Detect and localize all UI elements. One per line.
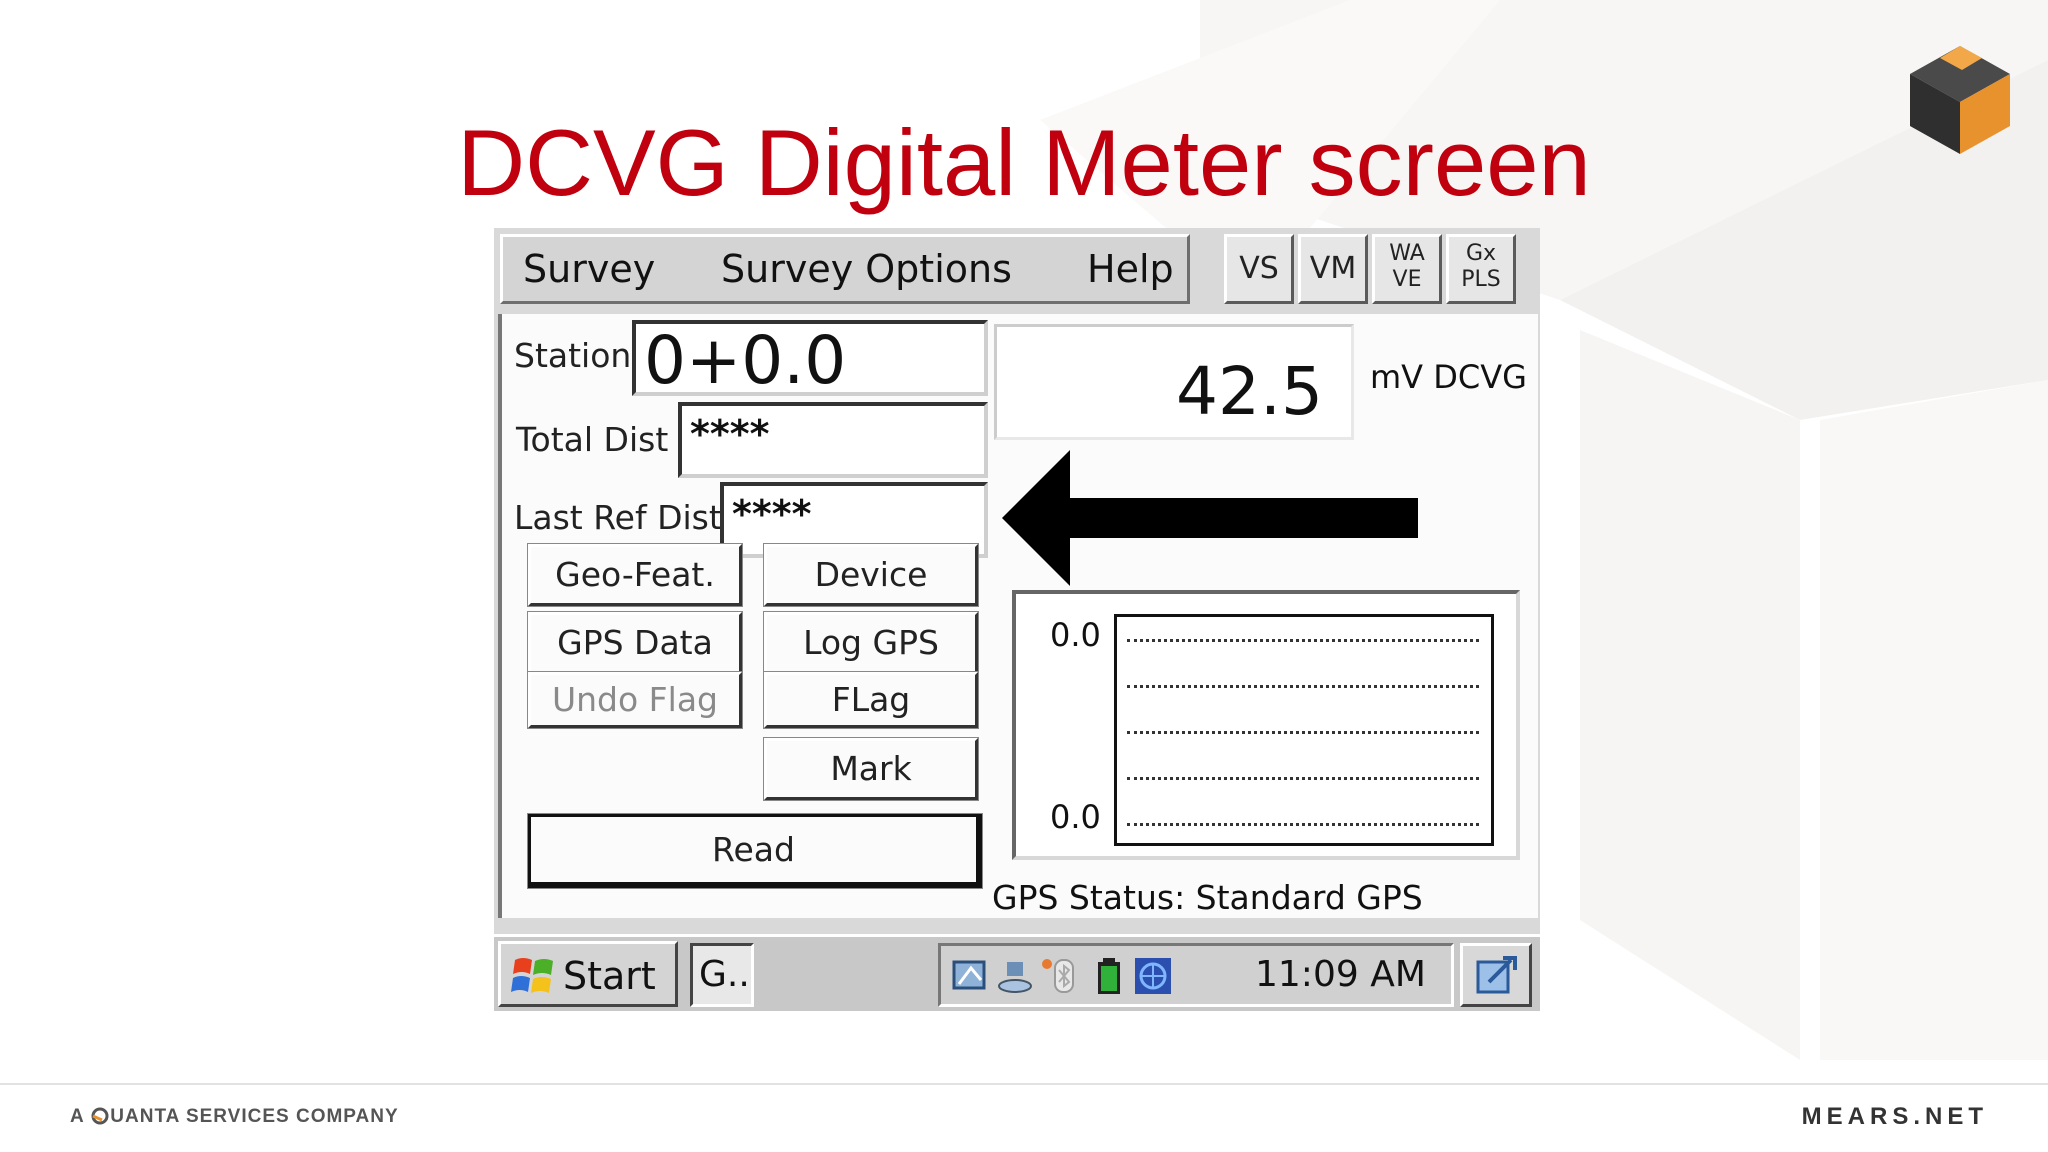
mode-vs-button[interactable]: VS xyxy=(1224,234,1294,304)
graph-gridline xyxy=(1127,823,1479,826)
gps-status: GPS Status: Standard GPS xyxy=(992,878,1423,917)
graph-bottom-value: 0.0 xyxy=(1050,798,1101,836)
graph-gridline xyxy=(1127,731,1479,734)
flag-button[interactable]: FLag xyxy=(763,671,979,729)
mode-wave-bottom: VE xyxy=(1392,267,1422,292)
station-label: Station xyxy=(514,336,632,375)
connection-icon[interactable] xyxy=(995,956,1035,996)
system-tray: 11:09 AM xyxy=(938,943,1454,1007)
desktop-button[interactable] xyxy=(1460,943,1532,1007)
station-field: 0+0.0 xyxy=(632,320,988,396)
network-icon[interactable] xyxy=(951,956,991,996)
menu-help[interactable]: Help xyxy=(1087,247,1174,291)
reading-value: 42.5 xyxy=(1176,353,1323,430)
mark-button[interactable]: Mark xyxy=(763,737,979,801)
total-dist-field: **** xyxy=(678,402,988,478)
menu-survey-options[interactable]: Survey Options xyxy=(721,247,1012,291)
geo-feat-button[interactable]: Geo-Feat. xyxy=(527,543,743,607)
gps-tray-icon[interactable] xyxy=(1133,956,1173,996)
graph-gridline xyxy=(1127,639,1479,642)
graph-gridline xyxy=(1127,685,1479,688)
taskbar: Start G.. 11:09 AM xyxy=(494,934,1540,1011)
menu-bar: Survey Survey Options Help xyxy=(500,234,1190,304)
mode-gxpls-top: Gx xyxy=(1465,241,1497,266)
windows-logo-icon xyxy=(511,958,553,993)
last-ref-dist-label: Last Ref Dist xyxy=(514,498,722,537)
read-button[interactable]: Read xyxy=(527,813,983,889)
start-label: Start xyxy=(563,954,656,998)
slide-title: DCVG Digital Meter screen xyxy=(457,110,1591,215)
logo-cube-icon xyxy=(1910,46,2010,154)
graph-gridline xyxy=(1127,777,1479,780)
bluetooth-icon[interactable] xyxy=(1041,956,1081,996)
mode-gxpls-bottom: PLS xyxy=(1461,267,1501,292)
menu-survey[interactable]: Survey xyxy=(523,247,655,291)
undo-flag-button[interactable]: Undo Flag xyxy=(527,671,743,729)
reading-display: 42.5 xyxy=(994,324,1354,440)
battery-icon[interactable] xyxy=(1089,956,1129,996)
footer-prefix: A xyxy=(70,1106,91,1127)
task-button[interactable]: G.. xyxy=(690,943,754,1007)
mode-vm-button[interactable]: VM xyxy=(1298,234,1368,304)
reading-unit: mV DCVG xyxy=(1370,358,1527,396)
footer-company-name: UANTA SERVICES COMPANY xyxy=(110,1106,399,1127)
quanta-logo-icon xyxy=(91,1107,109,1125)
arrow-left-icon xyxy=(1002,450,1418,586)
log-gps-button[interactable]: Log GPS xyxy=(763,611,979,675)
last-ref-dist-value: **** xyxy=(732,492,812,536)
footer-company: A UANTA SERVICES COMPANY xyxy=(70,1106,399,1128)
footer-website[interactable]: MEARS.NET xyxy=(1802,1103,1988,1131)
total-dist-value: **** xyxy=(690,412,770,456)
graph-plot-area xyxy=(1114,614,1494,846)
total-dist-label: Total Dist xyxy=(516,420,669,459)
gps-data-button[interactable]: GPS Data xyxy=(527,611,743,675)
footer-divider xyxy=(0,1083,2048,1085)
device-button[interactable]: Device xyxy=(763,543,979,607)
clock: 11:09 AM xyxy=(1255,954,1426,995)
desktop-icon xyxy=(1476,956,1517,994)
start-button[interactable]: Start xyxy=(498,941,678,1007)
mode-wave-top: WA xyxy=(1389,241,1425,266)
mode-wave-button[interactable]: WA VE xyxy=(1372,234,1442,304)
mode-gxpls-button[interactable]: Gx PLS xyxy=(1446,234,1516,304)
graph-top-value: 0.0 xyxy=(1050,616,1101,654)
station-value: 0+0.0 xyxy=(644,322,847,396)
device-screen: Survey Survey Options Help VS VM WA VE G… xyxy=(494,228,1540,1011)
signal-graph: 0.0 0.0 xyxy=(1012,590,1520,860)
